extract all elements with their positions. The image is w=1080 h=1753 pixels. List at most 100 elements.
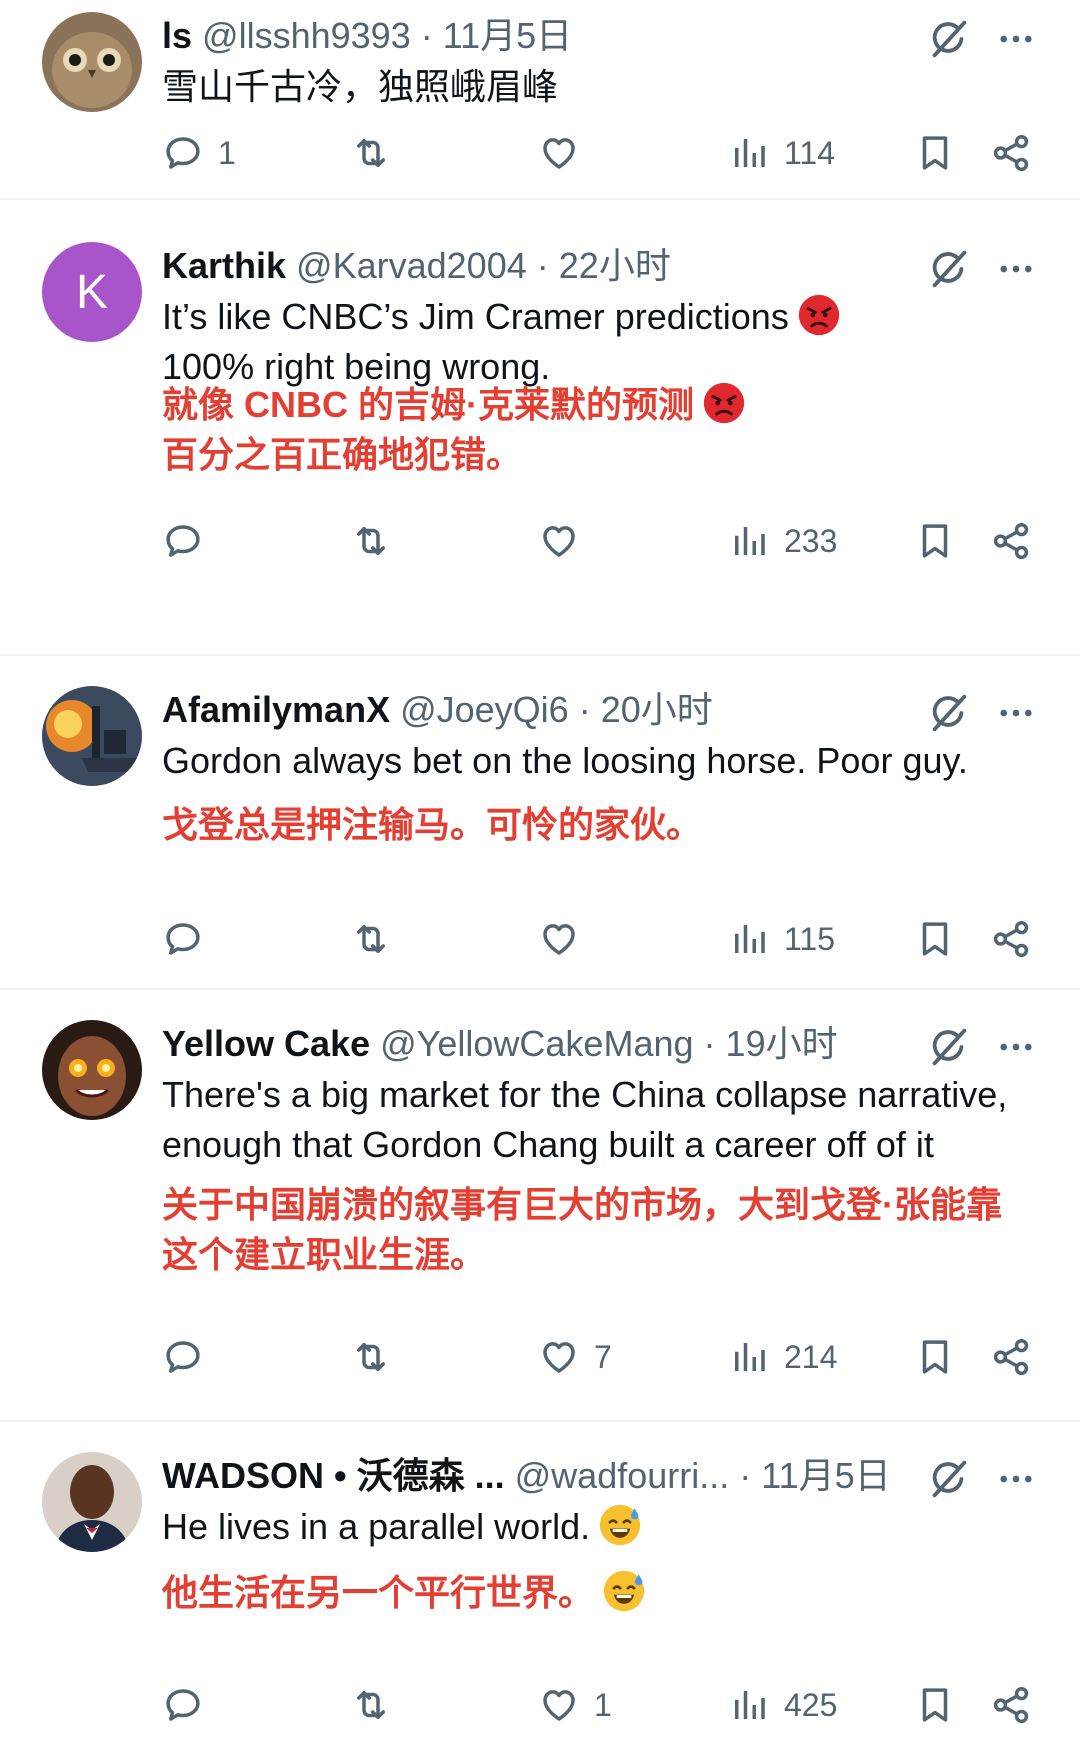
like-icon (538, 132, 580, 174)
tweet[interactable]: K Karthik @Karvad2004 · 22小时 It’s like C… (0, 230, 1080, 650)
share-icon (990, 918, 1032, 960)
avatar[interactable] (42, 12, 142, 112)
grok-icon[interactable] (925, 246, 971, 292)
retweet-button[interactable] (350, 918, 392, 960)
retweet-button[interactable] (350, 1336, 392, 1378)
reply-button[interactable] (162, 918, 204, 960)
divider (0, 1420, 1080, 1422)
reply-icon (162, 520, 204, 562)
tweet[interactable]: Yellow Cake @YellowCakeMang · 19小时 There… (0, 1008, 1080, 1412)
share-button[interactable] (990, 1336, 1032, 1378)
bookmark-button[interactable] (914, 918, 956, 960)
like-button[interactable] (538, 520, 580, 562)
tweet-text: Gordon always bet on the loosing horse. … (162, 740, 968, 781)
divider (0, 654, 1080, 656)
views-button[interactable]: 233 (728, 520, 837, 562)
retweet-button[interactable] (350, 132, 392, 174)
tweet-text: It’s like CNBC’s Jim Cramer predictions … (162, 292, 1042, 392)
timestamp[interactable]: 11月5日 (443, 15, 572, 56)
share-button[interactable] (990, 918, 1032, 960)
retweet-button[interactable] (350, 520, 392, 562)
more-icon[interactable] (995, 1026, 1037, 1068)
more-icon[interactable] (995, 248, 1037, 290)
bookmark-button[interactable] (914, 1684, 956, 1726)
tweet[interactable]: ls @llsshh9393 · 11月5日 雪山千古冷，独照峨眉峰 1 114 (0, 0, 1080, 198)
bookmark-icon (914, 918, 956, 960)
timestamp[interactable]: 11月5日 (761, 1455, 890, 1496)
tweet-text-line: It’s like CNBC’s Jim Cramer predictions (162, 296, 789, 337)
user-handle[interactable]: @wadfourri... (515, 1455, 730, 1496)
share-icon (990, 1684, 1032, 1726)
bookmark-icon (914, 132, 956, 174)
display-name[interactable]: Karthik (162, 245, 286, 286)
bookmark-icon (914, 1684, 956, 1726)
action-bar: 233 (0, 512, 1080, 572)
grok-icon[interactable] (925, 690, 971, 736)
bookmark-button[interactable] (914, 132, 956, 174)
avatar[interactable]: K (42, 242, 142, 342)
like-button[interactable] (538, 918, 580, 960)
separator-dot: · (703, 1023, 716, 1064)
action-bar: 115 (0, 910, 1080, 970)
share-button[interactable] (990, 1684, 1032, 1726)
translation-text: 就像 CNBC 的吉姆·克莱默的预测 百分之百正确地犯错。 (162, 380, 1042, 480)
like-button[interactable] (538, 132, 580, 174)
display-name[interactable]: ls (162, 15, 192, 56)
display-name[interactable]: AfamilymanX (162, 689, 390, 730)
more-icon[interactable] (995, 692, 1037, 734)
views-count: 115 (784, 920, 836, 957)
tweet[interactable]: AfamilymanX @JoeyQi6 · 20小时 Gordon alway… (0, 674, 1080, 990)
views-icon (728, 520, 770, 562)
timestamp[interactable]: 19小时 (726, 1023, 838, 1064)
translation-text: 关于中国崩溃的叙事有巨大的市场，大到戈登·张能靠这个建立职业生涯。 (162, 1184, 1002, 1275)
display-name[interactable]: WADSON • 沃德森 ... (162, 1455, 505, 1496)
reply-icon (162, 1684, 204, 1726)
tweet[interactable]: WADSON • 沃德森 ... @wadfourri... · 11月5日 H… (0, 1440, 1080, 1753)
like-icon (538, 520, 580, 562)
more-icon[interactable] (995, 1458, 1037, 1500)
avatar[interactable] (42, 1020, 142, 1120)
user-handle[interactable]: @YellowCakeMang (380, 1023, 693, 1064)
tweet-header: Karthik @Karvad2004 · 22小时 (162, 244, 671, 288)
avatar[interactable] (42, 1452, 142, 1552)
reply-icon (162, 1336, 204, 1378)
avatar[interactable] (42, 686, 142, 786)
user-handle[interactable]: @llsshh9393 (202, 15, 411, 56)
timestamp[interactable]: 20小时 (601, 689, 713, 730)
bookmark-icon (914, 520, 956, 562)
like-button[interactable]: 1 (538, 1684, 612, 1726)
display-name[interactable]: Yellow Cake (162, 1023, 370, 1064)
views-button[interactable]: 115 (728, 918, 835, 960)
bookmark-button[interactable] (914, 520, 956, 562)
views-button[interactable]: 114 (728, 132, 835, 174)
share-button[interactable] (990, 520, 1032, 562)
user-handle[interactable]: @JoeyQi6 (400, 689, 569, 730)
reply-button[interactable] (162, 1336, 204, 1378)
tweet-text: There's a big market for the China colla… (162, 1074, 1008, 1165)
timestamp[interactable]: 22小时 (559, 245, 671, 286)
reply-button[interactable] (162, 520, 204, 562)
sweat-smile-emoji (602, 1569, 646, 1613)
share-icon (990, 520, 1032, 562)
grok-icon[interactable] (925, 16, 971, 62)
bookmark-button[interactable] (914, 1336, 956, 1378)
views-button[interactable]: 425 (728, 1684, 837, 1726)
reply-button[interactable] (162, 1684, 204, 1726)
avatar-letter: K (42, 242, 142, 342)
action-bar: 1 114 (0, 124, 1080, 184)
retweet-button[interactable] (350, 1684, 392, 1726)
user-handle[interactable]: @Karvad2004 (296, 245, 527, 286)
reply-button[interactable]: 1 (162, 132, 236, 174)
more-icon[interactable] (995, 18, 1037, 60)
views-count: 233 (784, 522, 838, 559)
views-button[interactable]: 214 (728, 1336, 837, 1378)
views-count: 425 (784, 1686, 838, 1723)
tweet-text: 雪山千古冷，独照峨眉峰 (162, 66, 559, 107)
share-button[interactable] (990, 132, 1032, 174)
like-button[interactable]: 7 (538, 1336, 612, 1378)
grok-icon[interactable] (925, 1024, 971, 1070)
grok-icon[interactable] (925, 1456, 971, 1502)
divider (0, 198, 1080, 200)
like-count: 7 (594, 1338, 612, 1375)
views-icon (728, 1684, 770, 1726)
